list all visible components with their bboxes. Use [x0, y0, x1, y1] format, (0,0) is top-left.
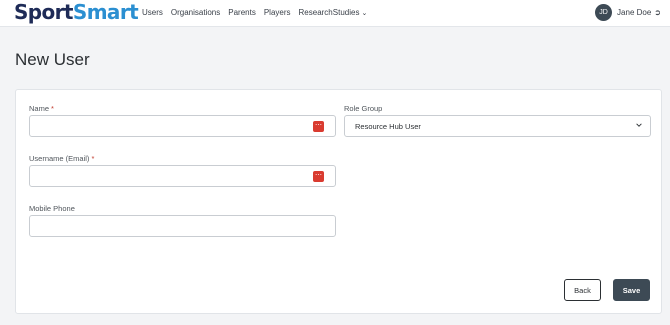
required-marker: * [51, 104, 54, 113]
user-name: Jane Doe [617, 8, 652, 17]
logo-part-sport: Sport [14, 0, 73, 24]
avatar: JD [595, 4, 613, 21]
page-title: New User [15, 50, 90, 69]
main-nav: Users Organisations Parents Players Rese… [142, 8, 375, 17]
chevron-down-icon: ⌄ [361, 10, 368, 17]
logout-icon[interactable]: ➲ [654, 8, 661, 17]
top-navbar: SportSmart Users Organisations Parents P… [0, 0, 670, 27]
nav-organisations[interactable]: Organisations [171, 8, 220, 17]
nav-parents[interactable]: Parents [228, 8, 256, 17]
new-user-form-card: Name * ⋯ Username (Email) * ⋯ Mobile Phone… [15, 89, 662, 314]
nav-users[interactable]: Users [142, 8, 163, 17]
role-group-select[interactable]: Resource Hub User [344, 115, 651, 137]
required-marker: * [91, 154, 95, 163]
name-input[interactable]: ⋯ [29, 115, 336, 137]
sportsmart-logo[interactable]: SportSmart [14, 0, 139, 24]
username-label: Username (Email) * [29, 154, 95, 163]
back-button[interactable]: Back [564, 279, 601, 301]
logo-part-smart: Smart [72, 0, 139, 24]
password-manager-icon[interactable]: ⋯ [313, 121, 324, 132]
chevron-down-icon [636, 123, 642, 127]
role-group-selected-value: Resource Hub User [355, 122, 421, 131]
nav-research-studies-label: ResearchStudies [298, 8, 360, 17]
role-group-label: Role Group [344, 104, 383, 113]
name-label: Name * [29, 104, 54, 113]
mobile-phone-input[interactable] [29, 215, 336, 237]
save-button[interactable]: Save [613, 279, 650, 301]
password-manager-icon[interactable]: ⋯ [313, 171, 324, 182]
mobile-phone-label: Mobile Phone [29, 204, 75, 213]
nav-research-studies-dropdown[interactable]: ResearchStudies ⌄ [299, 8, 368, 17]
nav-players[interactable]: Players [264, 8, 291, 17]
user-menu[interactable]: JD Jane Doe ➲ [595, 4, 661, 21]
username-email-input[interactable]: ⋯ [29, 165, 336, 187]
